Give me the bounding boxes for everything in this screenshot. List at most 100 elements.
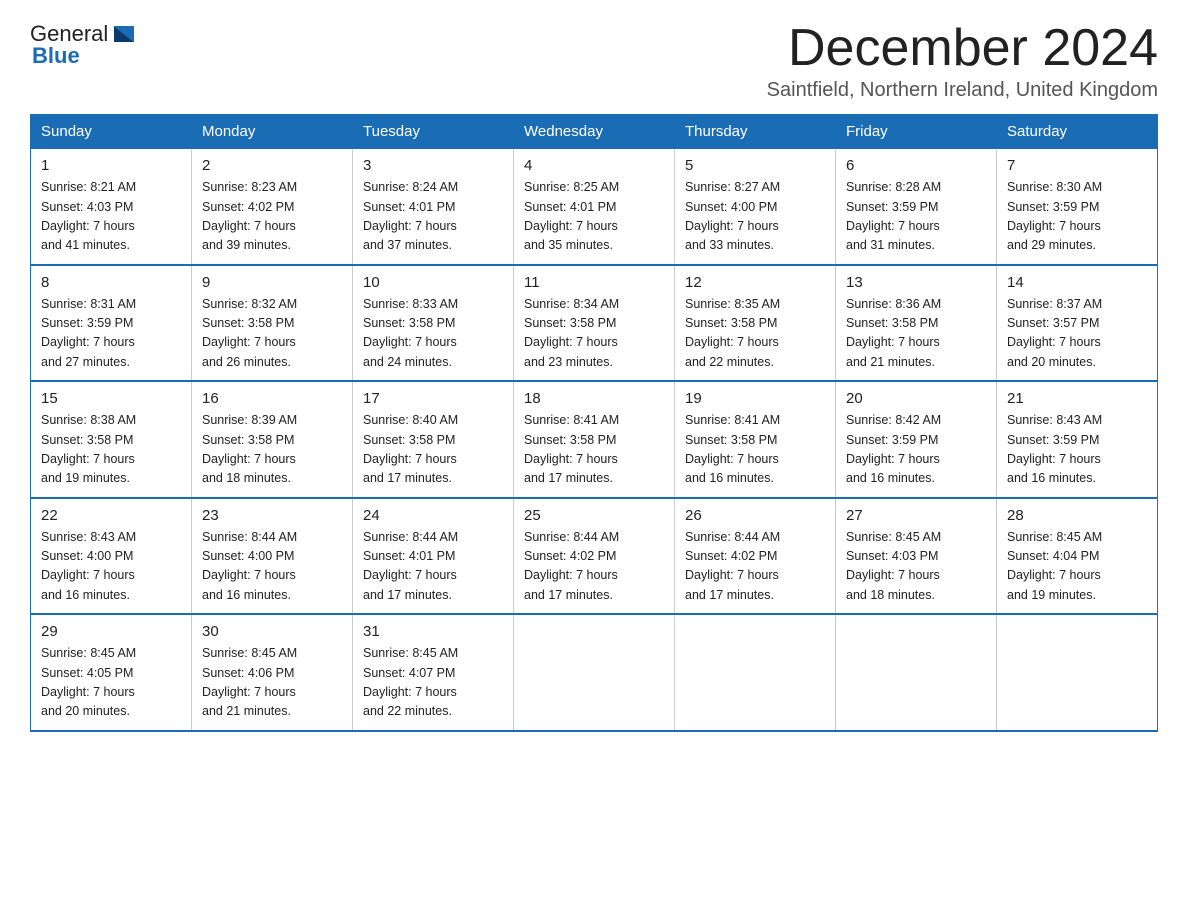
day-info: Sunrise: 8:21 AM Sunset: 4:03 PM Dayligh… [41,178,181,256]
day-info: Sunrise: 8:33 AM Sunset: 3:58 PM Dayligh… [363,295,503,373]
day-info: Sunrise: 8:23 AM Sunset: 4:02 PM Dayligh… [202,178,342,256]
day-info: Sunrise: 8:45 AM Sunset: 4:04 PM Dayligh… [1007,528,1147,606]
day-number: 22 [41,507,181,524]
header-cell-sunday: Sunday [31,115,192,149]
day-cell: 25 Sunrise: 8:44 AM Sunset: 4:02 PM Dayl… [514,498,675,615]
day-cell: 15 Sunrise: 8:38 AM Sunset: 3:58 PM Dayl… [31,381,192,498]
day-number: 17 [363,390,503,407]
day-cell: 29 Sunrise: 8:45 AM Sunset: 4:05 PM Dayl… [31,614,192,731]
day-number: 12 [685,274,825,291]
day-info: Sunrise: 8:28 AM Sunset: 3:59 PM Dayligh… [846,178,986,256]
day-info: Sunrise: 8:34 AM Sunset: 3:58 PM Dayligh… [524,295,664,373]
header-cell-tuesday: Tuesday [353,115,514,149]
day-number: 25 [524,507,664,524]
day-number: 8 [41,274,181,291]
day-number: 2 [202,157,342,174]
month-title: December 2024 [767,20,1158,77]
day-info: Sunrise: 8:40 AM Sunset: 3:58 PM Dayligh… [363,411,503,489]
day-info: Sunrise: 8:45 AM Sunset: 4:05 PM Dayligh… [41,644,181,722]
day-number: 27 [846,507,986,524]
header-cell-friday: Friday [836,115,997,149]
day-cell: 11 Sunrise: 8:34 AM Sunset: 3:58 PM Dayl… [514,265,675,382]
day-info: Sunrise: 8:32 AM Sunset: 3:58 PM Dayligh… [202,295,342,373]
day-cell: 21 Sunrise: 8:43 AM Sunset: 3:59 PM Dayl… [997,381,1158,498]
header-row: SundayMondayTuesdayWednesdayThursdayFrid… [31,115,1158,149]
day-number: 31 [363,623,503,640]
day-cell: 31 Sunrise: 8:45 AM Sunset: 4:07 PM Dayl… [353,614,514,731]
week-row-5: 29 Sunrise: 8:45 AM Sunset: 4:05 PM Dayl… [31,614,1158,731]
day-info: Sunrise: 8:45 AM Sunset: 4:06 PM Dayligh… [202,644,342,722]
day-info: Sunrise: 8:44 AM Sunset: 4:00 PM Dayligh… [202,528,342,606]
day-cell: 19 Sunrise: 8:41 AM Sunset: 3:58 PM Dayl… [675,381,836,498]
day-cell: 14 Sunrise: 8:37 AM Sunset: 3:57 PM Dayl… [997,265,1158,382]
day-number: 21 [1007,390,1147,407]
day-cell: 23 Sunrise: 8:44 AM Sunset: 4:00 PM Dayl… [192,498,353,615]
day-info: Sunrise: 8:27 AM Sunset: 4:00 PM Dayligh… [685,178,825,256]
header-cell-saturday: Saturday [997,115,1158,149]
page-header: General Blue December 2024 Saintfield, N… [30,20,1158,102]
day-cell [675,614,836,731]
day-number: 6 [846,157,986,174]
logo-text-blue: Blue [32,43,80,68]
day-number: 19 [685,390,825,407]
day-cell: 9 Sunrise: 8:32 AM Sunset: 3:58 PM Dayli… [192,265,353,382]
day-cell [514,614,675,731]
day-cell: 17 Sunrise: 8:40 AM Sunset: 3:58 PM Dayl… [353,381,514,498]
day-info: Sunrise: 8:42 AM Sunset: 3:59 PM Dayligh… [846,411,986,489]
day-cell: 18 Sunrise: 8:41 AM Sunset: 3:58 PM Dayl… [514,381,675,498]
day-cell: 12 Sunrise: 8:35 AM Sunset: 3:58 PM Dayl… [675,265,836,382]
day-cell: 2 Sunrise: 8:23 AM Sunset: 4:02 PM Dayli… [192,149,353,265]
logo: General Blue [30,20,138,68]
day-info: Sunrise: 8:43 AM Sunset: 4:00 PM Dayligh… [41,528,181,606]
day-info: Sunrise: 8:25 AM Sunset: 4:01 PM Dayligh… [524,178,664,256]
day-info: Sunrise: 8:44 AM Sunset: 4:01 PM Dayligh… [363,528,503,606]
day-cell: 4 Sunrise: 8:25 AM Sunset: 4:01 PM Dayli… [514,149,675,265]
day-number: 23 [202,507,342,524]
day-number: 20 [846,390,986,407]
day-cell: 7 Sunrise: 8:30 AM Sunset: 3:59 PM Dayli… [997,149,1158,265]
day-info: Sunrise: 8:45 AM Sunset: 4:07 PM Dayligh… [363,644,503,722]
day-cell: 27 Sunrise: 8:45 AM Sunset: 4:03 PM Dayl… [836,498,997,615]
day-cell: 6 Sunrise: 8:28 AM Sunset: 3:59 PM Dayli… [836,149,997,265]
day-cell: 8 Sunrise: 8:31 AM Sunset: 3:59 PM Dayli… [31,265,192,382]
day-number: 11 [524,274,664,291]
week-row-1: 1 Sunrise: 8:21 AM Sunset: 4:03 PM Dayli… [31,149,1158,265]
day-number: 13 [846,274,986,291]
location-subtitle: Saintfield, Northern Ireland, United Kin… [767,79,1158,102]
day-cell: 10 Sunrise: 8:33 AM Sunset: 3:58 PM Dayl… [353,265,514,382]
day-cell: 22 Sunrise: 8:43 AM Sunset: 4:00 PM Dayl… [31,498,192,615]
day-info: Sunrise: 8:43 AM Sunset: 3:59 PM Dayligh… [1007,411,1147,489]
header-cell-monday: Monday [192,115,353,149]
day-info: Sunrise: 8:39 AM Sunset: 3:58 PM Dayligh… [202,411,342,489]
day-info: Sunrise: 8:38 AM Sunset: 3:58 PM Dayligh… [41,411,181,489]
day-cell: 16 Sunrise: 8:39 AM Sunset: 3:58 PM Dayl… [192,381,353,498]
day-info: Sunrise: 8:35 AM Sunset: 3:58 PM Dayligh… [685,295,825,373]
day-number: 18 [524,390,664,407]
day-number: 15 [41,390,181,407]
day-info: Sunrise: 8:41 AM Sunset: 3:58 PM Dayligh… [524,411,664,489]
day-info: Sunrise: 8:41 AM Sunset: 3:58 PM Dayligh… [685,411,825,489]
day-number: 5 [685,157,825,174]
day-info: Sunrise: 8:44 AM Sunset: 4:02 PM Dayligh… [685,528,825,606]
day-cell: 30 Sunrise: 8:45 AM Sunset: 4:06 PM Dayl… [192,614,353,731]
day-info: Sunrise: 8:31 AM Sunset: 3:59 PM Dayligh… [41,295,181,373]
day-number: 16 [202,390,342,407]
day-cell: 20 Sunrise: 8:42 AM Sunset: 3:59 PM Dayl… [836,381,997,498]
day-cell: 28 Sunrise: 8:45 AM Sunset: 4:04 PM Dayl… [997,498,1158,615]
day-cell [997,614,1158,731]
day-number: 24 [363,507,503,524]
day-number: 26 [685,507,825,524]
logo-triangle-icon [110,20,138,48]
day-info: Sunrise: 8:37 AM Sunset: 3:57 PM Dayligh… [1007,295,1147,373]
day-number: 9 [202,274,342,291]
day-number: 10 [363,274,503,291]
day-cell: 24 Sunrise: 8:44 AM Sunset: 4:01 PM Dayl… [353,498,514,615]
day-number: 29 [41,623,181,640]
day-info: Sunrise: 8:24 AM Sunset: 4:01 PM Dayligh… [363,178,503,256]
day-cell: 26 Sunrise: 8:44 AM Sunset: 4:02 PM Dayl… [675,498,836,615]
day-cell: 5 Sunrise: 8:27 AM Sunset: 4:00 PM Dayli… [675,149,836,265]
calendar-body: 1 Sunrise: 8:21 AM Sunset: 4:03 PM Dayli… [31,149,1158,731]
day-info: Sunrise: 8:30 AM Sunset: 3:59 PM Dayligh… [1007,178,1147,256]
day-number: 7 [1007,157,1147,174]
day-number: 30 [202,623,342,640]
